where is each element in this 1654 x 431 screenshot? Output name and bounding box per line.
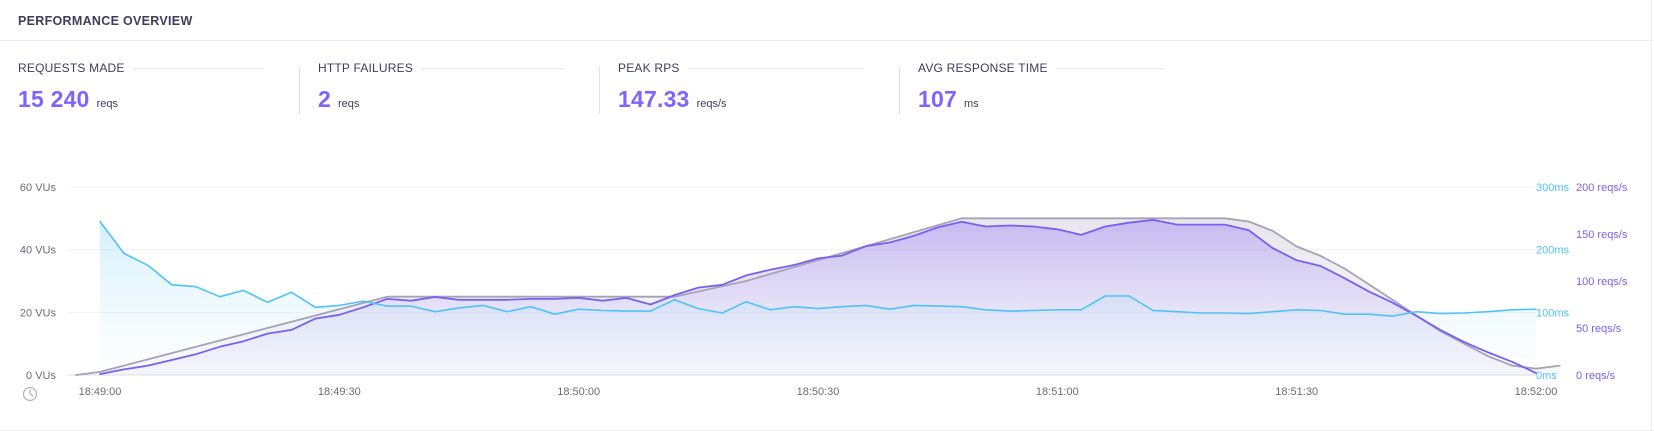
- y-tick-label-rps: 100 reqs/s: [1576, 276, 1628, 288]
- y-tick-label-vus: 20 VUs: [20, 307, 57, 319]
- x-tick-label: 18:50:30: [797, 386, 840, 398]
- y-tick-label-response-time: 300ms: [1536, 182, 1570, 194]
- y-tick-label-rps: 0 reqs/s: [1576, 370, 1616, 382]
- x-tick-label: 18:49:30: [318, 386, 361, 398]
- y-tick-label-response-time: 100ms: [1536, 307, 1570, 319]
- y-tick-label-rps: 50 reqs/s: [1576, 323, 1622, 335]
- performance-chart: 0 VUs 20 VUs 40 VUs 60 VUs 0ms 100ms 200ms 300m…: [20, 182, 1628, 402]
- x-tick-label: 18:51:30: [1275, 386, 1318, 398]
- x-tick-label: 18:50:00: [557, 386, 600, 398]
- x-tick-label: 18:49:00: [79, 386, 122, 398]
- y-tick-label-rps: 150 reqs/s: [1576, 229, 1628, 241]
- x-tick-label: 18:51:00: [1036, 386, 1079, 398]
- panel-right-border: [1651, 0, 1652, 431]
- x-tick-label: 18:52:00: [1515, 386, 1558, 398]
- y-tick-label-response-time: 200ms: [1536, 245, 1570, 257]
- clock-hands: [29, 389, 34, 397]
- y-tick-label-vus: 40 VUs: [20, 245, 57, 257]
- y-tick-label-response-time: 0ms: [1536, 370, 1557, 382]
- y-tick-label-rps: 200 reqs/s: [1576, 182, 1628, 194]
- y-tick-label-vus: 0 VUs: [26, 370, 56, 382]
- performance-overview-panel: PERFORMANCE OVERVIEW REQUESTS MADE 15 24…: [0, 0, 1654, 431]
- clock-icon: [22, 386, 38, 402]
- y-tick-label-vus: 60 VUs: [20, 182, 57, 194]
